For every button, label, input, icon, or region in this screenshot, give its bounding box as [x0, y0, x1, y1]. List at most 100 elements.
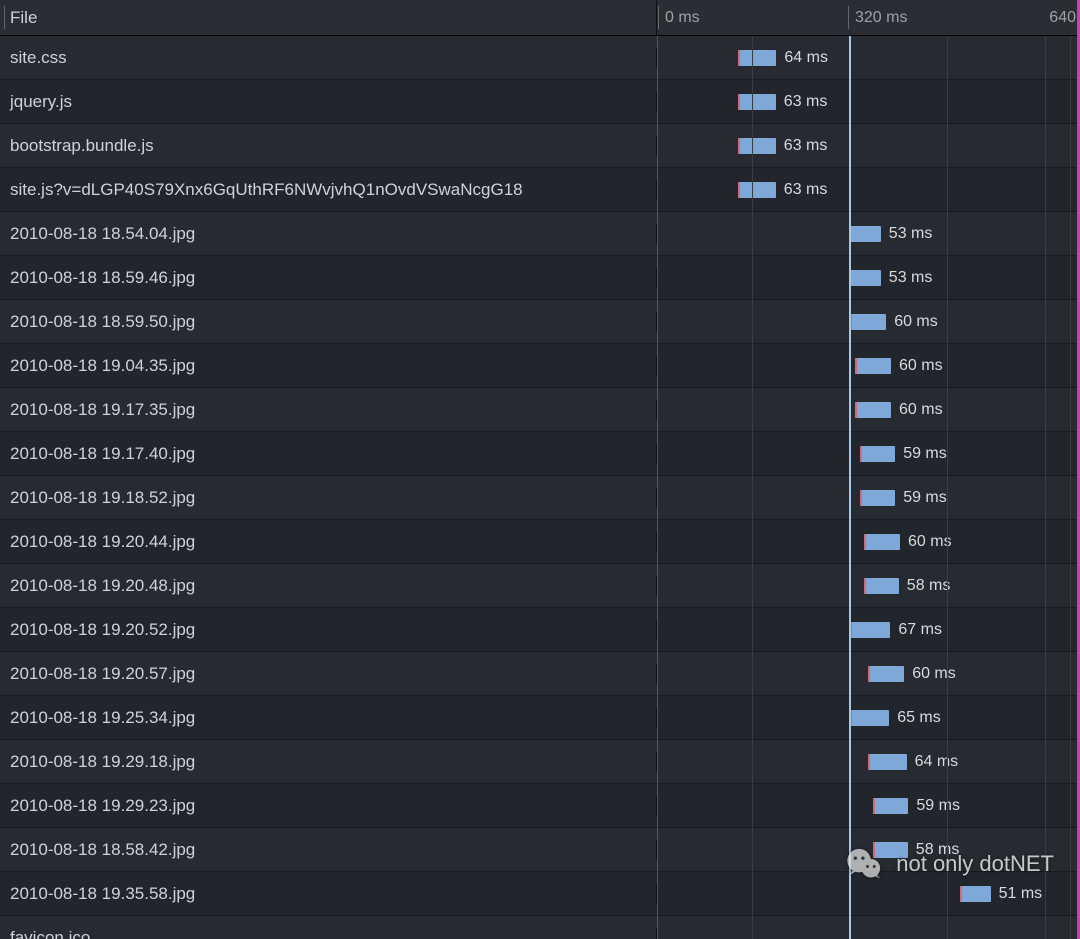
timing-bar[interactable]: [960, 886, 991, 902]
timing-label: 60 ms: [908, 533, 952, 551]
column-header-waterfall[interactable]: 0 ms 320 ms 640: [657, 0, 1080, 35]
timing-label: 63 ms: [784, 137, 828, 155]
request-row[interactable]: 2010-08-18 19.17.40.jpg 59 ms: [0, 432, 1080, 476]
request-file-name: 2010-08-18 19.20.52.jpg: [0, 620, 657, 640]
timing-label: 60 ms: [912, 665, 956, 683]
request-waterfall-cell: 63 ms: [657, 124, 1080, 167]
request-row[interactable]: 2010-08-18 19.18.52.jpg 59 ms: [0, 476, 1080, 520]
request-file-name: 2010-08-18 18.58.42.jpg: [0, 840, 657, 860]
timing-label: 53 ms: [889, 225, 933, 243]
timing-label: 58 ms: [907, 577, 951, 595]
request-waterfall-cell: 65 ms: [657, 696, 1080, 739]
timing-bar[interactable]: [850, 622, 890, 638]
timing-label: 59 ms: [903, 445, 947, 463]
timing-bar[interactable]: [849, 226, 881, 242]
request-file-name: 2010-08-18 19.20.57.jpg: [0, 664, 657, 684]
request-waterfall-cell: 59 ms: [657, 784, 1080, 827]
request-waterfall-cell: 58 ms: [657, 564, 1080, 607]
request-row[interactable]: favicon.ico: [0, 916, 1080, 939]
timing-label: 58 ms: [916, 841, 960, 859]
request-row[interactable]: 2010-08-18 19.29.23.jpg 59 ms: [0, 784, 1080, 828]
timing-label: 60 ms: [899, 401, 943, 419]
request-row[interactable]: 2010-08-18 19.29.18.jpg 64 ms: [0, 740, 1080, 784]
request-row[interactable]: bootstrap.bundle.js 63 ms: [0, 124, 1080, 168]
request-row[interactable]: site.js?v=dLGP40S79Xnx6GqUthRF6NWvjvhQ1n…: [0, 168, 1080, 212]
request-waterfall-cell: 60 ms: [657, 388, 1080, 431]
request-waterfall-cell: 60 ms: [657, 520, 1080, 563]
timing-label: 63 ms: [784, 181, 828, 199]
request-waterfall-cell: 59 ms: [657, 476, 1080, 519]
timing-bar[interactable]: [738, 94, 776, 110]
request-file-name: 2010-08-18 19.20.48.jpg: [0, 576, 657, 596]
timing-bar[interactable]: [864, 578, 899, 594]
request-file-name: 2010-08-18 18.59.46.jpg: [0, 268, 657, 288]
timing-bar[interactable]: [855, 402, 891, 418]
timing-bar[interactable]: [850, 710, 889, 726]
request-row[interactable]: 2010-08-18 19.25.34.jpg65 ms: [0, 696, 1080, 740]
request-row[interactable]: 2010-08-18 18.54.04.jpg 53 ms: [0, 212, 1080, 256]
column-header-file[interactable]: File: [0, 0, 657, 35]
timing-label: 53 ms: [889, 269, 933, 287]
request-row[interactable]: 2010-08-18 18.58.42.jpg 58 ms: [0, 828, 1080, 872]
request-row[interactable]: 2010-08-18 19.20.44.jpg 60 ms: [0, 520, 1080, 564]
request-waterfall-cell: [657, 916, 1080, 939]
request-waterfall-cell: 58 ms: [657, 828, 1080, 871]
timing-bar[interactable]: [868, 666, 904, 682]
time-tick: 320 ms: [849, 0, 907, 35]
request-row[interactable]: 2010-08-18 19.04.35.jpg 60 ms: [0, 344, 1080, 388]
request-file-name: favicon.ico: [0, 928, 657, 939]
request-row[interactable]: 2010-08-18 19.20.52.jpg 67 ms: [0, 608, 1080, 652]
column-header-row: File 0 ms 320 ms 640: [0, 0, 1080, 36]
request-file-name: site.css: [0, 48, 657, 68]
timing-bar[interactable]: [850, 314, 886, 330]
request-waterfall-cell: 53 ms: [657, 212, 1080, 255]
timing-label: 59 ms: [903, 489, 947, 507]
timing-label: 65 ms: [897, 709, 941, 727]
time-tick: 0 ms: [659, 0, 700, 35]
request-file-name: 2010-08-18 19.17.35.jpg: [0, 400, 657, 420]
timing-bar[interactable]: [864, 534, 900, 550]
request-file-name: 2010-08-18 19.18.52.jpg: [0, 488, 657, 508]
request-waterfall-cell: 63 ms: [657, 80, 1080, 123]
timing-bar[interactable]: [873, 842, 908, 858]
time-tick: 640: [1049, 0, 1080, 35]
timing-label: 67 ms: [898, 621, 942, 639]
request-file-name: 2010-08-18 18.54.04.jpg: [0, 224, 657, 244]
request-row[interactable]: 2010-08-18 19.20.57.jpg 60 ms: [0, 652, 1080, 696]
request-row[interactable]: jquery.js63 ms: [0, 80, 1080, 124]
request-file-name: 2010-08-18 19.29.18.jpg: [0, 752, 657, 772]
request-row[interactable]: 2010-08-18 18.59.50.jpg60 ms: [0, 300, 1080, 344]
request-waterfall-cell: 60 ms: [657, 344, 1080, 387]
timing-bar[interactable]: [868, 754, 906, 770]
request-waterfall-cell: 60 ms: [657, 300, 1080, 343]
timing-bar[interactable]: [860, 446, 895, 462]
timing-bar[interactable]: [849, 270, 881, 286]
request-waterfall-cell: 64 ms: [657, 36, 1080, 79]
request-file-name: 2010-08-18 19.17.40.jpg: [0, 444, 657, 464]
request-row[interactable]: site.css64 ms: [0, 36, 1080, 80]
timing-label: 51 ms: [999, 885, 1043, 903]
timing-label: 64 ms: [915, 753, 959, 771]
request-file-name: 2010-08-18 19.20.44.jpg: [0, 532, 657, 552]
request-waterfall-cell: 51 ms: [657, 872, 1080, 915]
timing-bar[interactable]: [860, 490, 895, 506]
request-row[interactable]: 2010-08-18 19.35.58.jpg51 ms: [0, 872, 1080, 916]
timing-label: 60 ms: [899, 357, 943, 375]
request-file-name: 2010-08-18 19.29.23.jpg: [0, 796, 657, 816]
timing-bar[interactable]: [855, 358, 891, 374]
timing-bar[interactable]: [738, 138, 776, 154]
timing-bar[interactable]: [873, 798, 908, 814]
request-row[interactable]: 2010-08-18 18.59.46.jpg 53 ms: [0, 256, 1080, 300]
request-row[interactable]: 2010-08-18 19.20.48.jpg 58 ms: [0, 564, 1080, 608]
timing-label: 63 ms: [784, 93, 828, 111]
request-file-name: 2010-08-18 18.59.50.jpg: [0, 312, 657, 332]
request-file-name: site.js?v=dLGP40S79Xnx6GqUthRF6NWvjvhQ1n…: [0, 180, 657, 200]
timing-label: 59 ms: [916, 797, 960, 815]
request-row[interactable]: 2010-08-18 19.17.35.jpg 60 ms: [0, 388, 1080, 432]
request-file-name: 2010-08-18 19.04.35.jpg: [0, 356, 657, 376]
timing-bar[interactable]: [738, 50, 776, 66]
request-file-name: bootstrap.bundle.js: [0, 136, 657, 156]
request-waterfall-cell: 60 ms: [657, 652, 1080, 695]
timing-bar[interactable]: [738, 182, 776, 198]
network-waterfall-panel: File 0 ms 320 ms 640 site.css64 msjquery…: [0, 0, 1080, 939]
